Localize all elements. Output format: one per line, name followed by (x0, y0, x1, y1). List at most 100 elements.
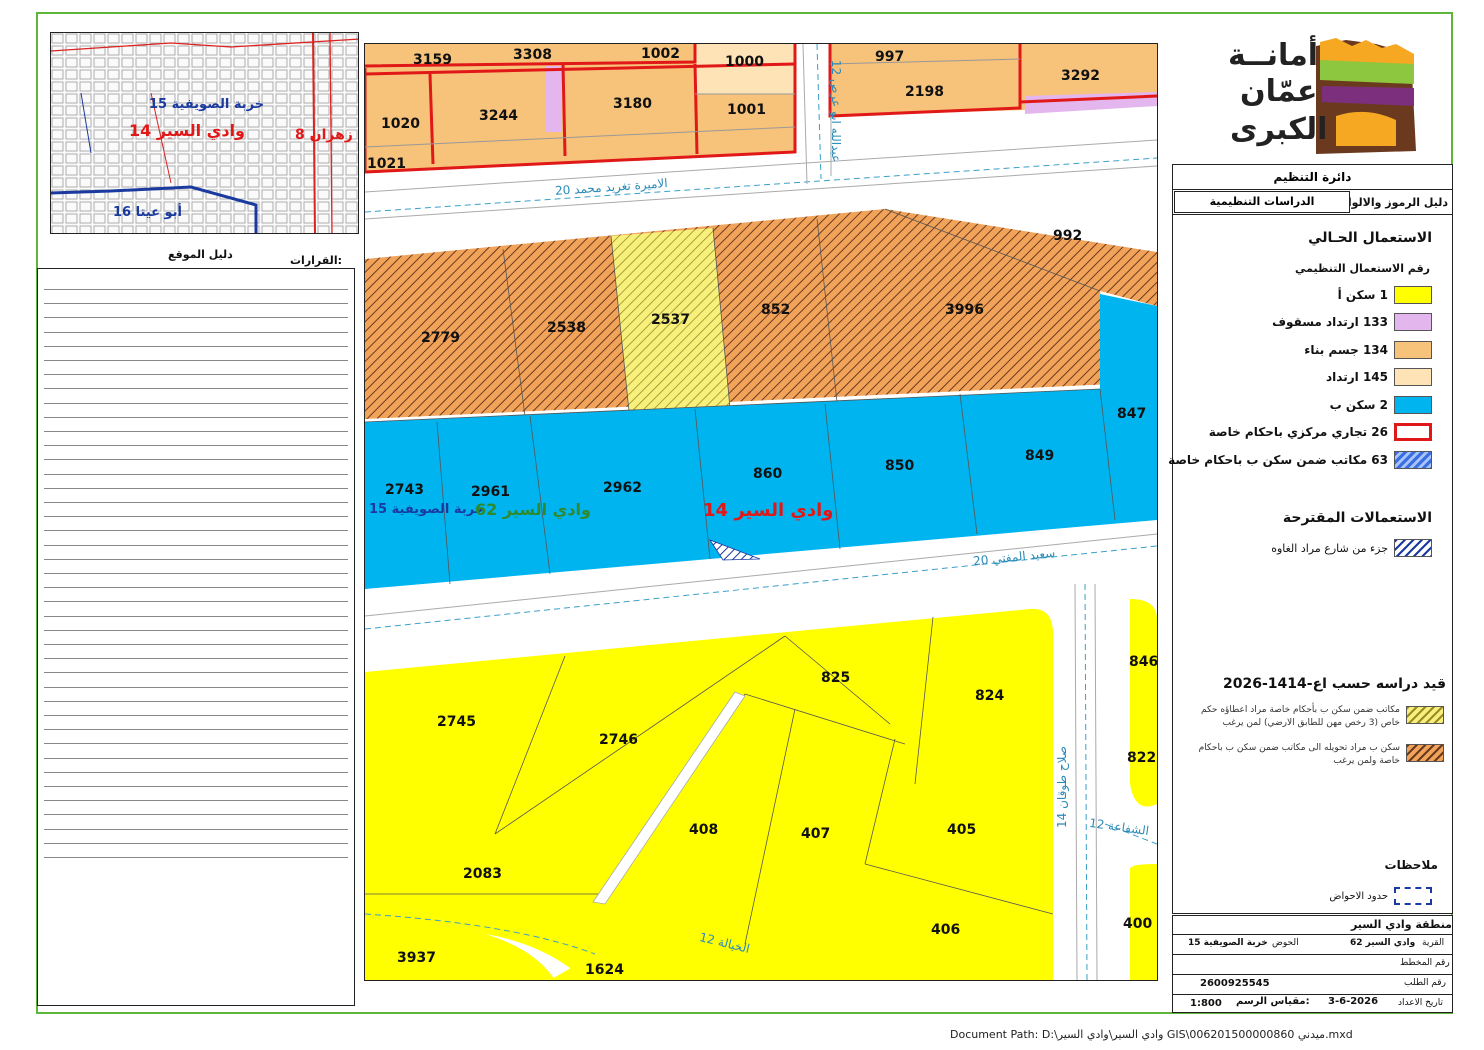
current-use-title: الاستعمال الحـالي (1308, 230, 1432, 246)
swatch-blue (1394, 396, 1432, 414)
legend-item-label: 26 تجاري مركزي باحكام خاصة (1208, 425, 1388, 439)
plot-label: 2083 (463, 866, 502, 882)
site-guide-label: دليل الموقع (168, 248, 233, 261)
legend-item-label: 63 مكاتب ضمن سكن ب باحكام خاصة (1168, 453, 1388, 467)
zone-label-green: 62 وادي السير (475, 500, 591, 519)
logo: أمانــة عمّان الكبرى (1226, 36, 1426, 156)
plot-label: 847 (1117, 406, 1147, 422)
plot-label: 2746 (599, 732, 638, 748)
study-title: قيد دراسه حسب اع-1414-2026 (1223, 676, 1446, 692)
note-line (44, 786, 348, 787)
note-line (44, 431, 348, 432)
scale-label: مقياس الرسم: (1236, 996, 1310, 1007)
note-line (44, 360, 348, 361)
note-line (44, 729, 348, 731)
main-map: 3159 3308 1002 1000 997 3292 1020 3244 3… (364, 43, 1158, 981)
plot-label: 1000 (725, 54, 764, 70)
study-item-1-label: مكاتب ضمن سكن ب بأحكام خاصة مراد اعطاؤه … (1200, 705, 1400, 728)
legend-item: 1 سكن أ (1338, 285, 1432, 305)
swatch-orange (1394, 341, 1432, 359)
plot-label: 992 (1053, 228, 1083, 244)
note-line (44, 388, 348, 390)
basin-label: الحوض (1272, 938, 1299, 948)
legend-item: 145 ارتداد (1326, 367, 1432, 387)
legend-header-dept: دائرة التنظيم (1172, 164, 1453, 190)
note-line (44, 573, 348, 574)
swatch-beige (1394, 368, 1432, 386)
plot-label: 3292 (1061, 68, 1100, 84)
plot-label: 825 (821, 670, 851, 686)
plot-label: 849 (1025, 448, 1055, 464)
plot-label: 2538 (547, 320, 586, 336)
legend-item: 133 ارتداد مسقوف (1272, 312, 1432, 332)
plot-label: 852 (761, 302, 791, 318)
note-line (44, 686, 348, 688)
plot-label: 3159 (413, 52, 452, 68)
note-line (44, 289, 348, 290)
plot-label: 3180 (613, 96, 652, 112)
plot-label: 850 (885, 458, 915, 474)
notes-item: حدود الاحواض (1329, 886, 1432, 906)
legend-item-label: 133 ارتداد مسقوف (1272, 315, 1388, 329)
swatch-blue-hatch (1394, 451, 1432, 469)
note-line (44, 814, 348, 816)
notes-item-label: حدود الاحواض (1329, 890, 1388, 902)
legend-item: 2 سكن ب (1330, 395, 1432, 415)
plot-label: 1020 (381, 116, 420, 132)
use-number-label: رقم الاستعمال التنظيمي (1295, 262, 1430, 275)
village-value: وادي السير 62 (1350, 938, 1416, 948)
note-line (44, 374, 348, 376)
plot-label: 2745 (437, 714, 476, 730)
swatch-red-outline (1394, 423, 1432, 441)
note-line (44, 402, 348, 404)
note-line (44, 416, 348, 418)
note-line (44, 743, 348, 745)
note-line (44, 658, 348, 660)
proposed-title: الاستعمالات المقترحة (1282, 510, 1432, 526)
plot-label: 3244 (479, 108, 518, 124)
request-no: 2600925545 (1200, 978, 1270, 989)
plot-label: 824 (975, 688, 1005, 704)
guide-title: دليل الرموز والالوان (1338, 196, 1448, 209)
prep-date-label: تاريخ الاعداد (1398, 998, 1444, 1008)
notes-title: ملاحظات (1384, 858, 1438, 872)
note-line (44, 842, 348, 844)
street-vertical-top: عبدالله ابو عرص 12 (829, 59, 844, 163)
zone-label-blue: 15 خربة الصويفية (369, 502, 485, 517)
legend-item: 63 مكاتب ضمن سكن ب باحكام خاصة (1168, 450, 1432, 470)
plot-label: 408 (689, 822, 719, 838)
note-line (44, 544, 348, 546)
legend-item-label: 1 سكن أ (1337, 288, 1388, 302)
note-line (44, 644, 348, 645)
note-line (44, 715, 348, 716)
plot-label: 1021 (367, 156, 406, 172)
inset-label-2: 14 وادي السير (129, 121, 245, 140)
plot-label: 1624 (585, 962, 624, 978)
note-line (44, 700, 348, 702)
plot-label: 3996 (945, 302, 984, 318)
zone-label-red: 14 وادي السير (703, 500, 834, 521)
logo-line-2: عمّان (1240, 74, 1318, 109)
legend-item: 134 جسم بناء (1304, 340, 1432, 360)
proposed-item: جزء من شارع مراد الغاوه (1271, 538, 1432, 558)
note-line (44, 615, 348, 617)
swatch-yellow-hatch (1406, 706, 1444, 724)
plot-label: 2961 (471, 484, 510, 500)
inset-label-4: 16 أبو عيتا (113, 205, 183, 220)
note-line (44, 800, 348, 802)
studies-box: الدراسات التنظيمية (1174, 191, 1350, 213)
note-line (44, 331, 348, 333)
village-label: القرية (1422, 938, 1445, 948)
plot-label: 405 (947, 822, 977, 838)
plot-label: 1002 (641, 46, 680, 62)
plot-label: 3308 (513, 47, 552, 63)
swatch-proposed-hatch (1394, 539, 1432, 557)
scale-value: 1:800 (1190, 998, 1222, 1009)
note-line (44, 757, 348, 759)
note-line (44, 317, 348, 319)
note-line (44, 601, 348, 603)
region-label: منطقة وادي السير (1350, 918, 1452, 931)
swatch-lilac (1394, 313, 1432, 331)
inset-map: 15 خربة الصويفية 14 وادي السير 8 زهران 1… (50, 32, 359, 234)
swatch-basin-boundary (1394, 887, 1432, 905)
